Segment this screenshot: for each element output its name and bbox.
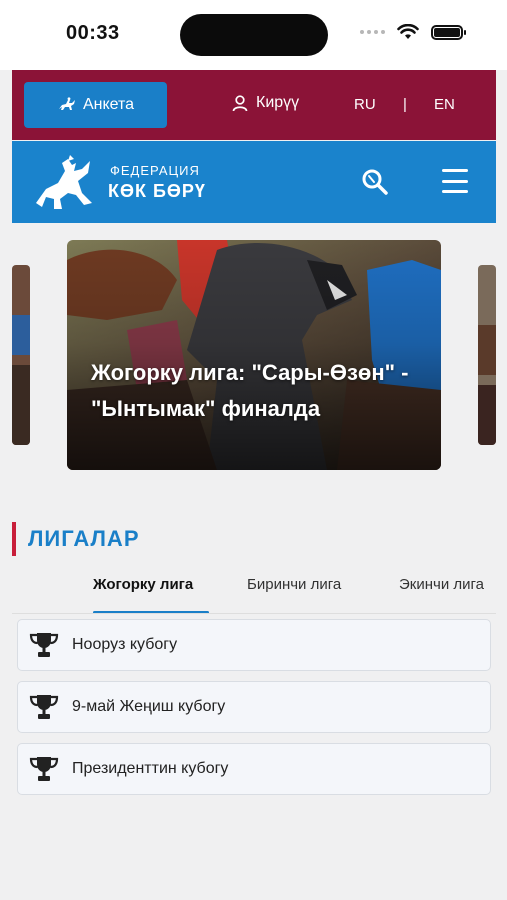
trophy-icon bbox=[29, 633, 59, 657]
carousel-prev-slide[interactable] bbox=[12, 265, 30, 445]
login-link[interactable]: Кирүү bbox=[232, 94, 299, 112]
active-tab-indicator bbox=[93, 611, 209, 613]
slide-title: Жогорку лига: "Сары-Өзөн" - "Ынтымак" фи… bbox=[91, 360, 409, 421]
news-carousel: Жогорку лига: "Сары-Өзөн" - "Ынтымак" фи… bbox=[0, 240, 507, 472]
list-item[interactable]: 9-май Жеңиш кубогу bbox=[17, 681, 491, 733]
top-bar: Анкета Кирүү RU | EN bbox=[12, 70, 496, 140]
tab-ekinchi-liga[interactable]: Экинчи лига bbox=[399, 576, 484, 593]
list-item[interactable]: Нооруз кубогу bbox=[17, 619, 491, 671]
carousel-next-slide[interactable] bbox=[478, 265, 496, 445]
logo-line-2: КӨК БӨРҮ bbox=[108, 181, 206, 201]
lang-en-button[interactable]: EN bbox=[434, 96, 455, 113]
brand-bar: ФЕДЕРАЦИЯ КӨК БӨРҮ bbox=[12, 141, 496, 223]
carousel-slide[interactable]: Жогорку лига: "Сары-Өзөн" - "Ынтымак" фи… bbox=[67, 240, 441, 470]
status-bar: 00:33 bbox=[0, 0, 507, 70]
cup-label: Нооруз кубогу bbox=[72, 636, 178, 653]
search-icon bbox=[362, 169, 388, 195]
status-icons bbox=[360, 24, 466, 40]
wifi-icon bbox=[397, 24, 419, 39]
list-item[interactable]: Президенттин кубогу bbox=[17, 743, 491, 795]
status-time: 00:33 bbox=[66, 22, 120, 44]
logo-horse-icon bbox=[36, 155, 92, 209]
trophy-icon bbox=[29, 695, 59, 719]
logo-line-1: ФЕДЕРАЦИЯ bbox=[110, 163, 200, 178]
horse-rider-icon bbox=[58, 97, 75, 110]
cup-label: Президенттин кубогу bbox=[72, 760, 229, 777]
user-icon bbox=[232, 94, 248, 111]
dynamic-island bbox=[180, 14, 328, 56]
tab-jogorku-liga[interactable]: Жогорку лига bbox=[93, 576, 193, 593]
lang-ru-button[interactable]: RU bbox=[354, 96, 376, 113]
trophy-icon bbox=[29, 757, 59, 781]
anketa-label: Анкета bbox=[82, 96, 135, 113]
search-button[interactable] bbox=[360, 167, 390, 197]
lang-separator: | bbox=[403, 96, 407, 113]
battery-icon bbox=[431, 24, 466, 40]
tab-birinchi-liga[interactable]: Биринчи лига bbox=[247, 576, 341, 593]
cup-list: Нооруз кубогу 9-май Жеңиш кубогу Президе… bbox=[17, 619, 491, 805]
section-title: ЛИГАЛАР bbox=[28, 526, 140, 551]
anketa-button[interactable]: Анкета bbox=[24, 82, 167, 128]
hamburger-menu-icon[interactable] bbox=[442, 169, 468, 193]
cup-label: 9-май Жеңиш кубогу bbox=[72, 698, 226, 715]
login-label: Кирүү bbox=[256, 94, 300, 111]
signal-icon bbox=[360, 30, 385, 34]
leagues-section-header: ЛИГАЛАР bbox=[12, 522, 140, 556]
league-tabs: Жогорку лига Биринчи лига Экинчи лига bbox=[12, 562, 496, 614]
